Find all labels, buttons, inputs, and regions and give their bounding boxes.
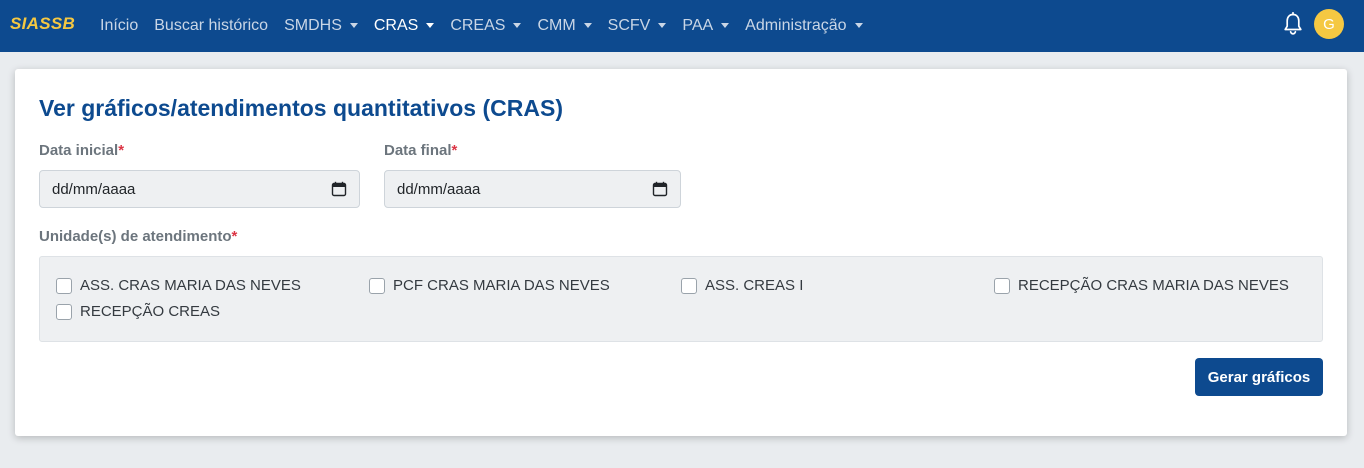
checkbox-label: ASS. CRAS MARIA DAS NEVES xyxy=(80,277,301,294)
calendar-icon[interactable] xyxy=(652,181,668,197)
required-mark: * xyxy=(118,142,125,159)
nav-menu: Início Buscar histórico SMDHS CRAS CREAS… xyxy=(92,0,871,52)
end-date-label-text: Data final xyxy=(384,142,452,159)
end-date-label: Data final* xyxy=(384,142,457,159)
nav-item-label: CMM xyxy=(537,17,576,34)
start-date-placeholder: dd/mm/aaaa xyxy=(52,180,136,198)
checkbox-label: RECEPÇÃO CREAS xyxy=(80,303,221,320)
nav-item-paa[interactable]: PAA xyxy=(674,17,737,35)
start-date-input[interactable]: dd/mm/aaaa xyxy=(39,170,360,208)
nav-item-buscar-historico[interactable]: Buscar histórico xyxy=(146,17,276,35)
generate-charts-button[interactable]: Gerar gráficos xyxy=(1195,358,1323,396)
bell-icon[interactable] xyxy=(1283,12,1303,36)
checkbox-label: PCF CRAS MARIA DAS NEVES xyxy=(393,277,610,294)
checkbox-label: ASS. CREAS I xyxy=(705,277,804,294)
nav-item-label: Início xyxy=(100,17,139,34)
caret-down-icon xyxy=(658,22,667,28)
caret-down-icon xyxy=(349,22,358,28)
checkbox[interactable] xyxy=(369,277,385,294)
nav-item-label: Administração xyxy=(745,17,847,34)
start-date-label: Data inicial* xyxy=(39,142,124,159)
nav-item-creas[interactable]: CREAS xyxy=(442,17,529,35)
unit-checkbox-pcf-cras-maria-das-neves[interactable]: PCF CRAS MARIA DAS NEVES xyxy=(369,277,610,294)
checkbox[interactable] xyxy=(994,277,1010,294)
page-title: Ver gráficos/atendimentos quantitativos … xyxy=(39,95,563,121)
nav-item-label: Buscar histórico xyxy=(154,17,269,34)
checkbox[interactable] xyxy=(681,277,697,294)
nav-item-inicio[interactable]: Início xyxy=(92,17,146,35)
user-avatar[interactable]: G xyxy=(1314,9,1344,39)
required-mark: * xyxy=(451,142,458,159)
nav-item-scfv[interactable]: SCFV xyxy=(600,17,675,35)
nav-item-label: CRAS xyxy=(373,17,419,34)
nav-item-label: PAA xyxy=(682,17,714,34)
end-date-input[interactable]: dd/mm/aaaa xyxy=(384,170,681,208)
brand-logo[interactable]: SIASSB xyxy=(10,14,75,34)
caret-down-icon xyxy=(854,22,863,28)
main-card: Ver gráficos/atendimentos quantitativos … xyxy=(15,69,1347,436)
avatar-initial: G xyxy=(1323,15,1335,33)
units-checkbox-group: ASS. CRAS MARIA DAS NEVES PCF CRAS MARIA… xyxy=(39,256,1323,342)
required-mark: * xyxy=(231,228,238,245)
checkbox[interactable] xyxy=(56,303,72,320)
nav-item-administracao[interactable]: Administração xyxy=(737,17,870,35)
unit-checkbox-ass-cras-maria-das-neves[interactable]: ASS. CRAS MARIA DAS NEVES xyxy=(56,277,301,294)
calendar-icon[interactable] xyxy=(331,181,347,197)
nav-item-smdhs[interactable]: SMDHS xyxy=(276,17,366,35)
unit-checkbox-recepcao-cras-maria-das-neves[interactable]: RECEPÇÃO CRAS MARIA DAS NEVES xyxy=(994,277,1289,294)
caret-down-icon xyxy=(583,22,592,28)
end-date-placeholder: dd/mm/aaaa xyxy=(397,180,481,198)
caret-down-icon xyxy=(513,22,522,28)
nav-item-cras[interactable]: CRAS xyxy=(366,17,442,35)
caret-down-icon xyxy=(721,22,730,28)
nav-item-label: CREAS xyxy=(450,17,506,34)
nav-item-label: SMDHS xyxy=(284,17,342,34)
checkbox-label: RECEPÇÃO CRAS MARIA DAS NEVES xyxy=(1018,277,1289,294)
start-date-label-text: Data inicial xyxy=(39,142,119,159)
nav-item-label: SCFV xyxy=(607,17,651,34)
unit-checkbox-ass-creas-i[interactable]: ASS. CREAS I xyxy=(681,277,803,294)
top-navbar: SIASSB Início Buscar histórico SMDHS CRA… xyxy=(0,0,1364,52)
caret-down-icon xyxy=(426,22,435,28)
checkbox[interactable] xyxy=(56,277,72,294)
nav-item-cmm[interactable]: CMM xyxy=(529,17,599,35)
units-label-text: Unidade(s) de atendimento xyxy=(39,228,232,245)
units-label: Unidade(s) de atendimento* xyxy=(39,228,237,245)
unit-checkbox-recepcao-creas[interactable]: RECEPÇÃO CREAS xyxy=(56,303,220,320)
